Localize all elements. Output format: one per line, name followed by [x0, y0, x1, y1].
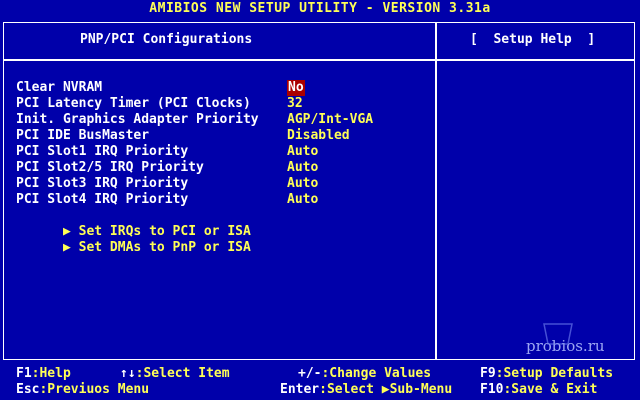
setting-value[interactable]: Auto — [287, 192, 318, 208]
footer-text: :Setup Defaults — [495, 366, 614, 381]
setting-value[interactable]: Auto — [287, 176, 318, 192]
footer-text: :Select ▶Sub-Menu — [319, 382, 453, 397]
submenu-label: ▶ Set DMAs to PnP or ISA — [16, 224, 251, 272]
watermark-logo: probios.ru — [526, 323, 605, 354]
setting-value[interactable]: 32 — [287, 96, 303, 112]
setting-row-pci-slot1-irq[interactable]: PCI Slot1 IRQ Priority Auto — [16, 144, 431, 160]
footer-change-values: +/-:Change Values — [298, 366, 431, 382]
setting-value[interactable]: Auto — [287, 144, 318, 160]
footer-text: :Save & Exit — [503, 382, 598, 397]
footer-text: :Select Item — [135, 366, 230, 381]
setting-row-pci-latency-timer[interactable]: PCI Latency Timer (PCI Clocks) 32 — [16, 96, 431, 112]
setting-label: PCI IDE BusMaster — [16, 128, 150, 143]
setting-value-selected[interactable]: No — [287, 80, 305, 96]
key-f9: F9 — [480, 366, 496, 381]
setting-label: PCI Slot1 IRQ Priority — [16, 144, 189, 159]
submenu-text: Set DMAs to PnP or ISA — [78, 240, 251, 255]
settings-list: Clear NVRAM No PCI Latency Timer (PCI Cl… — [16, 80, 431, 255]
key-f1: F1 — [16, 366, 32, 381]
submenu-set-irqs[interactable]: ▶ Set IRQs to PCI or ISA — [16, 208, 431, 239]
key-enter: Enter — [280, 382, 320, 397]
setting-label: PCI Latency Timer (PCI Clocks) — [16, 96, 251, 111]
setting-value[interactable]: AGP/Int-VGA — [287, 112, 373, 128]
setting-label: PCI Slot4 IRQ Priority — [16, 192, 189, 207]
page-title: PNP/PCI Configurations — [80, 32, 253, 47]
footer-text: :Help — [31, 366, 71, 381]
setting-label: Clear NVRAM — [16, 80, 103, 95]
bios-title: AMIBIOS NEW SETUP UTILITY - VERSION 3.31… — [149, 1, 491, 16]
key-esc: Esc — [16, 382, 40, 397]
footer-text: :Change Values — [321, 366, 432, 381]
key-plus-minus: +/- — [298, 366, 322, 381]
setting-label: PCI Slot2/5 IRQ Priority — [16, 160, 204, 175]
submenu-set-dmas[interactable]: ▶ Set DMAs to PnP or ISA — [16, 224, 431, 255]
footer-key-help: F1:Help ↑↓:Select Item +/-:Change Values… — [0, 366, 640, 400]
setting-label: Init. Graphics Adapter Priority — [16, 112, 259, 127]
footer-previous-menu: Esc:Previuos Menu — [16, 382, 149, 398]
setting-row-pci-slot4-irq[interactable]: PCI Slot4 IRQ Priority Auto — [16, 192, 431, 208]
footer-save-exit: F10:Save & Exit — [480, 382, 597, 398]
setting-row-pci-slot2-5-irq[interactable]: PCI Slot2/5 IRQ Priority Auto — [16, 160, 431, 176]
setup-help-header: [ Setup Help ] — [470, 32, 596, 47]
setting-row-graphics-adapter-priority[interactable]: Init. Graphics Adapter Priority AGP/Int-… — [16, 112, 431, 128]
footer-select-submenu: Enter:Select ▶Sub-Menu — [280, 382, 452, 398]
footer-select-item: ↑↓:Select Item — [120, 366, 230, 382]
watermark-shield-icon — [543, 323, 573, 345]
panel-divider — [435, 22, 437, 360]
header-divider — [3, 59, 635, 61]
setting-value[interactable]: Auto — [287, 160, 318, 176]
setting-value[interactable]: Disabled — [287, 128, 350, 144]
setting-row-clear-nvram[interactable]: Clear NVRAM No — [16, 80, 431, 96]
submenu-arrow-icon: ▶ — [62, 240, 79, 255]
footer-help: F1:Help — [16, 366, 71, 382]
key-f10: F10 — [480, 382, 504, 397]
setting-row-pci-slot3-irq[interactable]: PCI Slot3 IRQ Priority Auto — [16, 176, 431, 192]
setting-label: PCI Slot3 IRQ Priority — [16, 176, 189, 191]
key-up-down-arrows: ↑↓ — [120, 366, 136, 381]
setting-row-pci-ide-busmaster[interactable]: PCI IDE BusMaster Disabled — [16, 128, 431, 144]
footer-setup-defaults: F9:Setup Defaults — [480, 366, 613, 382]
footer-text: :Previuos Menu — [39, 382, 150, 397]
